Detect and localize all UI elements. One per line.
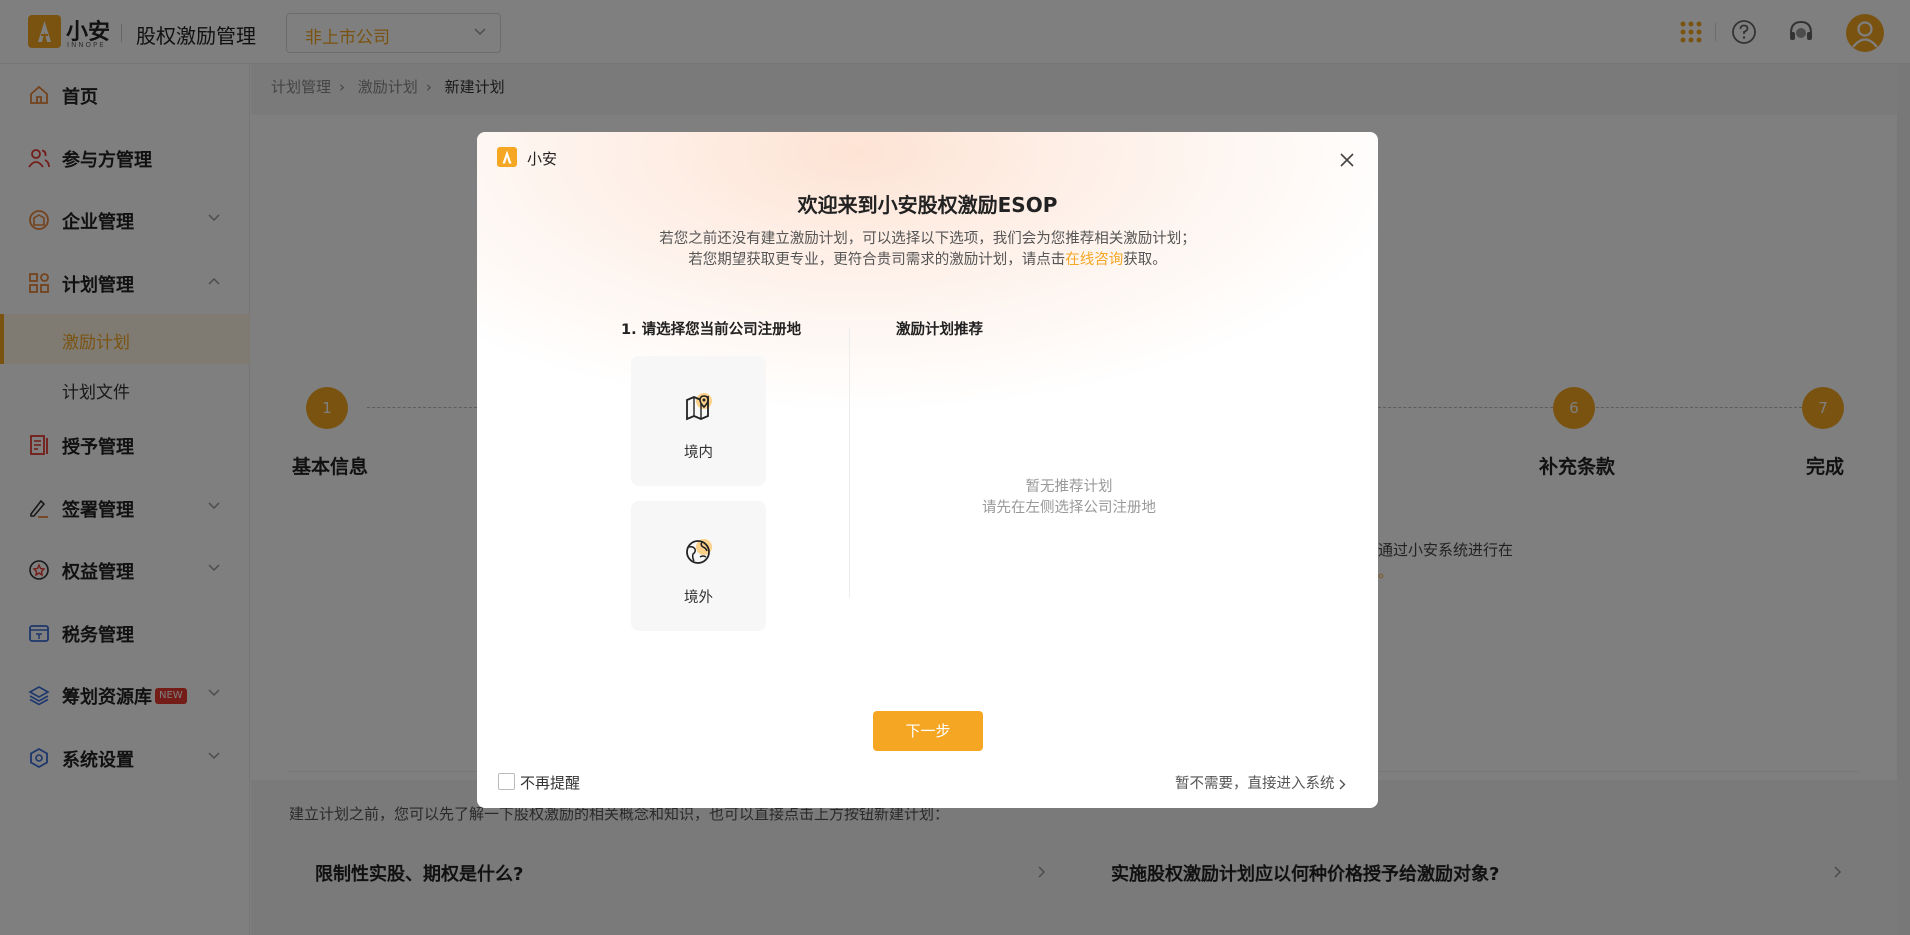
modal-description: 若您之前还没有建立激励计划，可以选择以下选项，我们会为您推荐相关激励计划； 若您… [477, 229, 1378, 271]
next-step-button[interactable]: 下一步 [873, 711, 983, 751]
modal-desc-text: 获取。 [1123, 252, 1167, 268]
recommend-empty-state: 暂无推荐计划 请先在左侧选择公司注册地 [919, 477, 1219, 519]
skip-link-label: 暂不需要，直接进入系统 [1175, 776, 1335, 792]
empty-tip-line: 暂无推荐计划 [1025, 479, 1113, 495]
modal-desc-line: 若您期望获取更专业，更符合贵司需求的激励计划，请点击在线咨询获取。 [477, 250, 1378, 271]
online-consult-link[interactable]: 在线咨询 [1065, 252, 1123, 268]
region-label: 境内 [684, 445, 713, 461]
empty-tip-line: 请先在左侧选择公司注册地 [982, 500, 1156, 516]
recommend-section-title: 激励计划推荐 [896, 322, 983, 338]
modal-title: 欢迎来到小安股权激励ESOP [797, 193, 1058, 217]
modal-desc-text: 若您期望获取更专业，更符合贵司需求的激励计划，请点击 [688, 252, 1066, 268]
overseas-globe-icon [686, 539, 712, 564]
region-section-title: 1. 请选择您当前公司注册地 [621, 322, 802, 338]
close-icon[interactable] [1339, 152, 1355, 168]
modal-desc-line: 若您之前还没有建立激励计划，可以选择以下选项，我们会为您推荐相关激励计划； [659, 231, 1196, 247]
modal-logo-icon [497, 147, 517, 167]
column-divider [849, 328, 850, 598]
checkbox-label: 不再提醒 [520, 774, 581, 792]
skip-enter-system-link[interactable]: 暂不需要，直接进入系统 [1175, 772, 1346, 793]
modal-brand: 小安 [527, 150, 558, 168]
chevron-right-icon [1339, 779, 1345, 789]
region-label: 境外 [684, 590, 713, 606]
region-option-domestic[interactable]: 境内 [631, 356, 766, 486]
domestic-map-icon [686, 393, 712, 421]
checkbox-box[interactable] [498, 773, 515, 790]
region-option-overseas[interactable]: 境外 [631, 501, 766, 631]
welcome-modal: 小安 欢迎来到小安股权激励ESOP 若您之前还没有建立激励计划，可以选择以下选项… [477, 132, 1378, 808]
